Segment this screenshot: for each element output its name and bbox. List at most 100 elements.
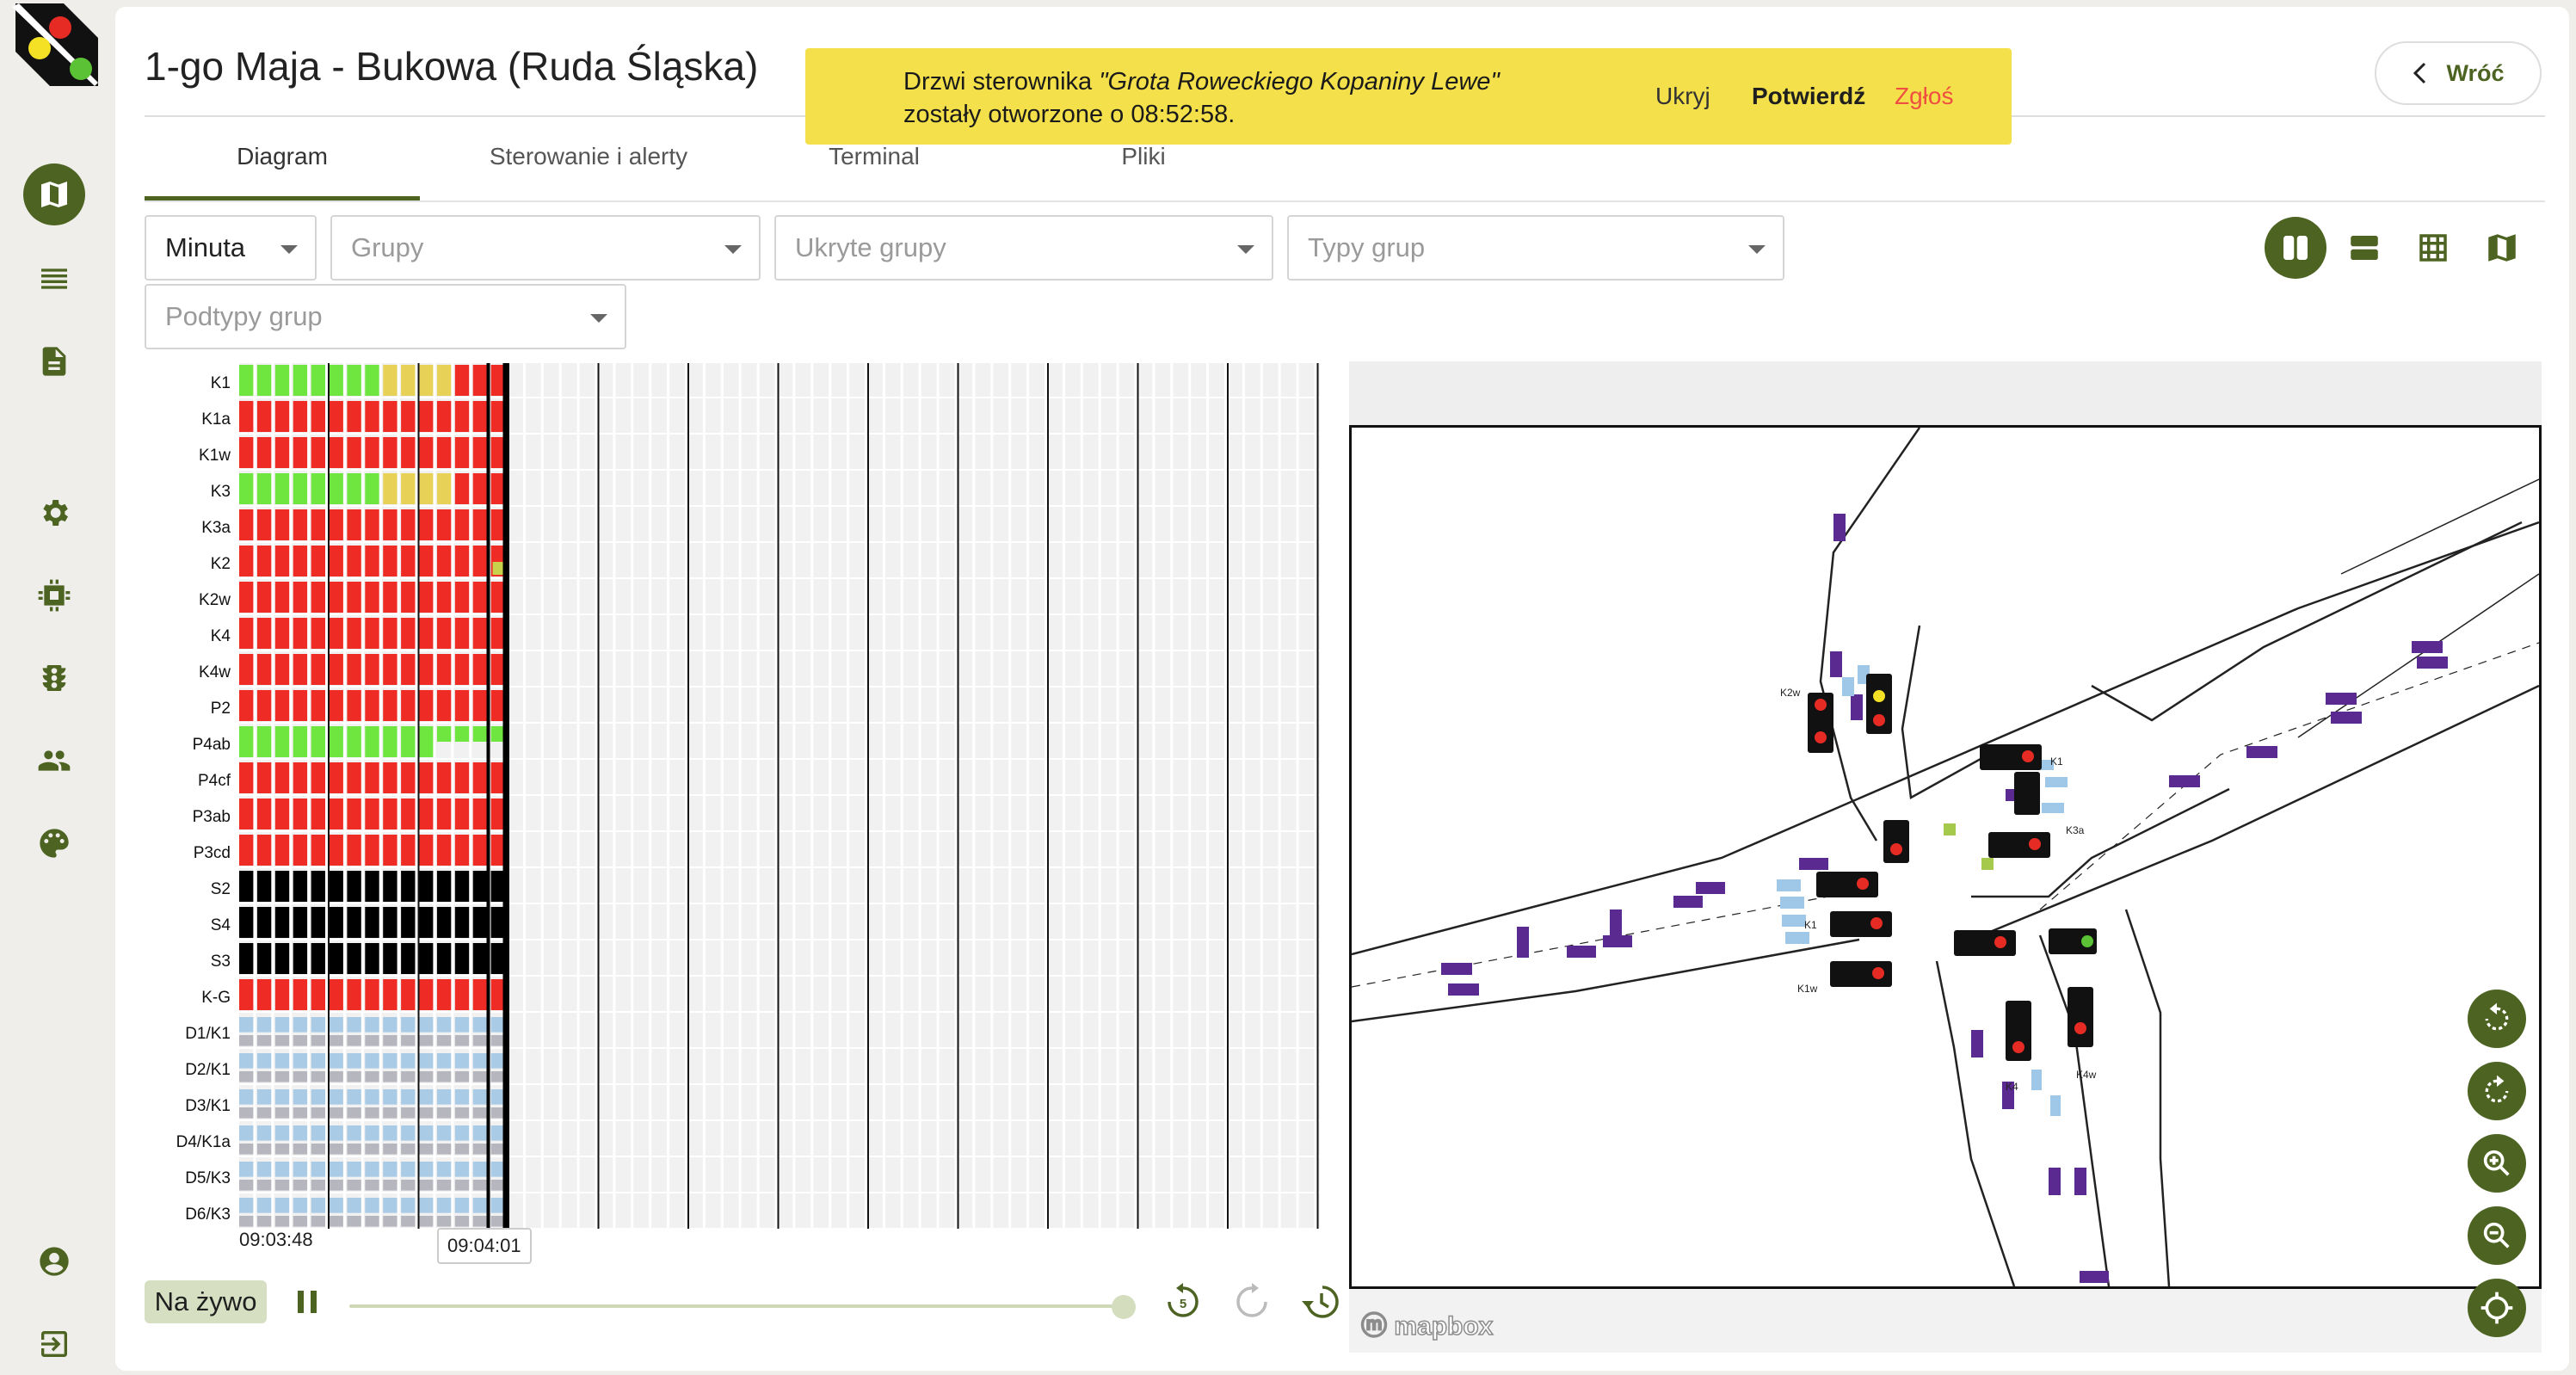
signal-cell [256, 473, 273, 504]
pause-icon[interactable] [286, 1280, 329, 1323]
signal-cell [419, 473, 434, 504]
view-rows-button[interactable] [2333, 217, 2395, 279]
signal-cell [419, 509, 434, 540]
alert-report-button[interactable]: Zgłoś [1895, 83, 1953, 110]
alert-controller-name: "Grota Roweckiego Kopaniny Lewe" [1099, 68, 1500, 96]
nav-account-button[interactable] [23, 1230, 85, 1292]
intersection-map[interactable]: K2w K1 K3a K1 K1w K4 K4w ⓜ mapbox [1349, 425, 2542, 1353]
signal-cell [454, 654, 471, 685]
signal-cell [419, 618, 434, 649]
detector-cell-off [436, 1107, 453, 1119]
detector-cell-off [347, 1144, 363, 1155]
signal-cell [256, 582, 273, 613]
detector-cell-off [293, 1180, 309, 1191]
live-button[interactable]: Na żywo [145, 1280, 267, 1323]
detector-cell-off [293, 1144, 309, 1155]
signal-cell [293, 546, 309, 577]
detector-cell-off [239, 1180, 255, 1191]
nav-settings-button[interactable] [23, 482, 85, 544]
alert-prefix: Drzwi sterownika [903, 68, 1100, 96]
row-label: K2 [211, 555, 231, 573]
signal-cell [293, 401, 309, 432]
signal-cell [365, 582, 381, 613]
nav-document-button[interactable] [23, 330, 85, 392]
signal-cell [419, 762, 434, 793]
detector-cell [401, 1089, 416, 1105]
detector-cell-off [329, 1035, 345, 1046]
timeline-slider[interactable] [349, 1304, 1124, 1308]
signal-cell [329, 835, 345, 866]
signal-cell [383, 979, 399, 1010]
detector-cell-off [239, 1071, 255, 1082]
signal-cell [454, 437, 471, 468]
signal-cell [472, 835, 489, 866]
forward-icon[interactable] [1230, 1280, 1273, 1323]
map-label-k2w: K2w [1780, 687, 1801, 699]
nav-users-button[interactable] [23, 730, 85, 792]
zoom-in-button[interactable] [2468, 1134, 2526, 1193]
nav-map-button[interactable] [23, 163, 85, 225]
signal-cell [365, 509, 381, 540]
palette-icon [40, 829, 69, 858]
detector-cell-off [401, 1216, 416, 1227]
signal-cell [436, 979, 453, 1010]
map-label-k1w: K1w [1797, 983, 1818, 995]
detector-cell [419, 1017, 434, 1033]
rotate-left-icon [2485, 1002, 2509, 1031]
detector-cell [293, 1053, 309, 1069]
timeline-cursor-label: 09:04:01 [437, 1228, 532, 1264]
signal-cell [419, 582, 434, 613]
zoom-out-button[interactable] [2468, 1206, 2526, 1265]
signal-cell [454, 762, 471, 793]
alert-confirm-button[interactable]: Potwierdź [1752, 83, 1865, 110]
signal-cell [239, 437, 255, 468]
signal-cell [311, 762, 327, 793]
replay-5-icon[interactable]: 5 [1162, 1280, 1205, 1323]
signal-cell [454, 509, 471, 540]
detector-cell [293, 1162, 309, 1177]
signal-cell [365, 401, 381, 432]
signal-cell [274, 979, 291, 1010]
signal-cell [436, 509, 453, 540]
signal-cell [454, 943, 471, 974]
back-button[interactable]: Wróć [2375, 41, 2542, 105]
view-map-button[interactable] [2471, 217, 2533, 279]
detector-cell [365, 1125, 381, 1141]
rotate-right-button[interactable] [2468, 1062, 2526, 1120]
nav-signals-button[interactable] [23, 647, 85, 709]
history-icon[interactable] [1299, 1280, 1342, 1323]
row-label: D4/K1a [176, 1133, 231, 1151]
rotate-left-button[interactable] [2468, 990, 2526, 1048]
detector-cell-off [365, 1144, 381, 1155]
locate-button[interactable] [2468, 1279, 2526, 1337]
nav-palette-button[interactable] [23, 812, 85, 874]
nav-logout-button[interactable] [23, 1313, 85, 1375]
signal-cell [239, 726, 255, 757]
signal-cell [311, 437, 327, 468]
detector-cell-off [454, 1180, 471, 1191]
signal-cell [274, 690, 291, 721]
detector-cell-off [311, 1035, 327, 1046]
detector-cell [472, 1125, 489, 1141]
detector-cell [472, 1089, 489, 1105]
group-types-select[interactable]: Typy grup [1287, 215, 1784, 281]
nav-controller-button[interactable] [23, 564, 85, 626]
signal-cell [347, 726, 363, 757]
signal-cell [454, 871, 471, 902]
map-icon [41, 182, 67, 207]
row-label: S2 [211, 880, 231, 898]
timeline-slider-handle[interactable] [1112, 1295, 1136, 1319]
view-grid-button[interactable] [2402, 217, 2464, 279]
row-label: P2 [211, 700, 231, 718]
detector-cell [383, 1017, 399, 1033]
signal-cell [274, 654, 291, 685]
detector-cell-off [454, 1144, 471, 1155]
alert-hide-button[interactable]: Ukryj [1655, 83, 1710, 110]
signal-cell [311, 835, 327, 866]
signal-cell [311, 871, 327, 902]
view-split-button[interactable] [2265, 217, 2326, 279]
signal-cell [311, 401, 327, 432]
nav-list-button[interactable] [23, 248, 85, 310]
signal-cell [365, 979, 381, 1010]
detector-cell-off [256, 1035, 273, 1046]
